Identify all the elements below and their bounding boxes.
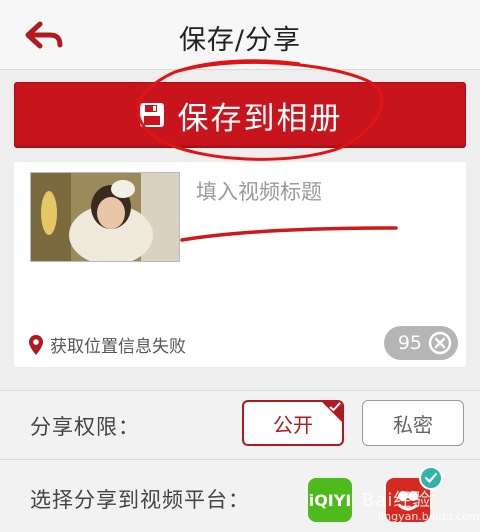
char-count-badge[interactable]: 95	[384, 326, 458, 360]
char-count: 95	[397, 332, 422, 354]
platform-row: 选择分享到视频平台： iQIYI Bai经验 jingyan.baidu.com	[0, 459, 480, 532]
top-bar: 保存/分享	[0, 0, 480, 70]
iqiyi-logo: iQIYI	[308, 490, 352, 510]
platform-label: 选择分享到视频平台：	[30, 488, 250, 512]
video-card: 获取位置信息失败 95	[14, 162, 466, 367]
video-title-input[interactable]	[190, 172, 452, 212]
check-icon	[329, 402, 341, 412]
permission-private-option[interactable]: 私密	[362, 400, 464, 446]
clear-circle-icon[interactable]	[428, 331, 452, 355]
location-status[interactable]: 获取位置信息失败	[28, 332, 186, 357]
share-permission-label: 分享权限：	[30, 415, 140, 439]
private-option-label: 私密	[393, 412, 433, 437]
save-to-album-button[interactable]: 保存到相册	[14, 82, 466, 148]
share-permission-row: 分享权限： 公开 私密	[0, 390, 480, 458]
public-option-label: 公开	[273, 412, 313, 437]
save-button-label: 保存到相册	[177, 100, 343, 137]
video-thumbnail[interactable]	[30, 172, 180, 262]
thumbnail-image	[31, 173, 179, 261]
location-pin-icon	[29, 334, 43, 355]
floppy-disk-icon	[139, 103, 164, 127]
iqiyi-platform-button[interactable]: iQIYI	[308, 478, 352, 522]
watermark-url: jingyan.baidu.com	[378, 510, 480, 523]
location-text: 获取位置信息失败	[50, 337, 186, 357]
page-title: 保存/分享	[178, 25, 302, 56]
permission-public-option[interactable]: 公开	[242, 400, 344, 446]
watermark-text: Bai经验	[362, 490, 432, 511]
